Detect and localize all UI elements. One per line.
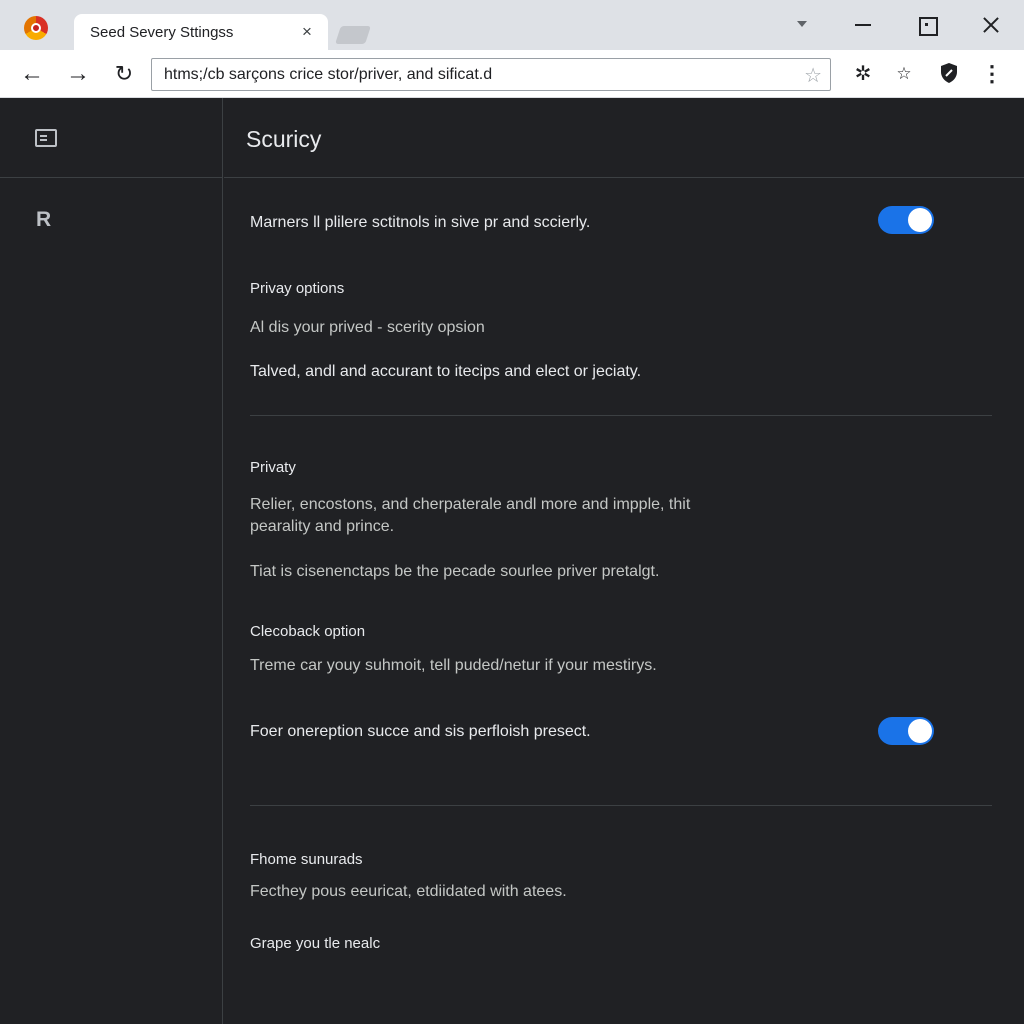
- section-divider: [250, 805, 992, 806]
- shield-icon[interactable]: [936, 61, 962, 87]
- tab-close-icon[interactable]: ×: [298, 23, 316, 41]
- page-title: Scuricy: [246, 126, 322, 152]
- rail-item-r[interactable]: R: [36, 208, 51, 232]
- shield-icon-graphic: [941, 63, 957, 83]
- side-rail: R: [0, 98, 223, 1024]
- setting-line: Al dis your prived - scerity opsion: [250, 319, 485, 336]
- kebab-menu-icon[interactable]: ⋮: [979, 61, 1005, 87]
- setting-toggle-1[interactable]: [878, 206, 934, 234]
- main-header: Scuricy: [224, 98, 1024, 178]
- section-title-privaty: Privaty: [250, 459, 296, 476]
- setting-line: Treme car youy suhmoit, tell puded/netur…: [250, 657, 657, 674]
- section-divider: [250, 415, 992, 416]
- section-title-fhome: Fhome sunurads: [250, 851, 363, 868]
- setting-toggle-2-label: Foer onereption succe and sis perfloish …: [250, 723, 591, 740]
- new-tab-button[interactable]: [338, 26, 374, 44]
- setting-toggle-1-label: Marners ll plilere sctitnols in sive pr …: [250, 214, 591, 231]
- maximize-button[interactable]: [912, 10, 942, 40]
- section-title-privay-options: Privay options: [250, 280, 345, 297]
- setting-line: Fecthey pous eeuricat, etdiidated with a…: [250, 883, 567, 900]
- setting-line: Talved, andl and accurant to itecips and…: [250, 363, 642, 380]
- tab-search-icon[interactable]: [788, 10, 818, 40]
- toggle-knob: [908, 719, 932, 743]
- settings-main: Scuricy Marners ll plilere sctitnols in …: [224, 98, 1024, 1024]
- side-panel-icon[interactable]: [35, 129, 57, 147]
- url-text[interactable]: htms;/cb sarçons crice stor/priver, and …: [164, 66, 492, 84]
- address-bar[interactable]: htms;/cb sarçons crice stor/priver, and …: [151, 58, 831, 91]
- tab-title: Seed Severy Sttingss: [90, 24, 234, 41]
- browser-toolbar: ← → ↻ htms;/cb sarçons crice stor/priver…: [0, 50, 1024, 98]
- star-outline-icon[interactable]: ☆: [804, 63, 822, 88]
- active-tab[interactable]: Seed Severy Sttingss ×: [74, 14, 328, 50]
- puzzle-icon[interactable]: ✲: [850, 61, 876, 87]
- browser-logo-icon: [24, 16, 48, 40]
- section-title-clecoback: Clecoback option: [250, 623, 366, 640]
- title-bar: Seed Severy Sttingss ×: [0, 0, 1024, 50]
- minimize-button[interactable]: [848, 10, 878, 40]
- bookmark-star-icon[interactable]: ☆: [891, 61, 917, 87]
- reload-icon[interactable]: ↻: [110, 60, 138, 88]
- setting-description: Relier, encostons, and cherpaterale andl…: [250, 496, 691, 535]
- setting-toggle-2[interactable]: [878, 717, 934, 745]
- toggle-knob: [908, 208, 932, 232]
- rail-header: [0, 98, 222, 178]
- close-window-button[interactable]: [976, 10, 1006, 40]
- arrow-right-icon[interactable]: →: [64, 60, 92, 88]
- setting-link-grape[interactable]: Grape you tle nealc: [250, 935, 380, 952]
- setting-line: Tiat is cisenenctaps be the pecade sourl…: [250, 563, 660, 580]
- arrow-left-icon[interactable]: ←: [18, 60, 46, 88]
